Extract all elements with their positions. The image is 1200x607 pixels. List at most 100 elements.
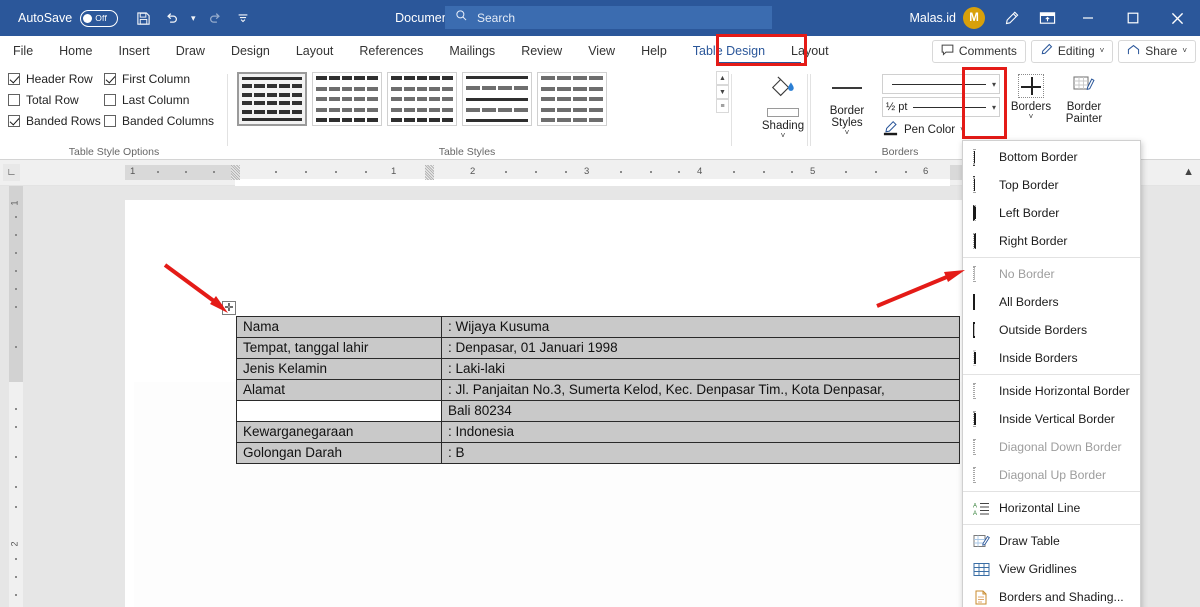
tab-insert[interactable]: Insert (106, 36, 163, 66)
gallery-more-icon[interactable]: ≡ (716, 99, 729, 113)
table-style-item[interactable] (387, 72, 457, 126)
tab-draw[interactable]: Draw (163, 36, 218, 66)
shading-button[interactable]: Shading ˅ (754, 73, 812, 140)
first-column-checkbox-box[interactable] (104, 73, 116, 85)
table-style-item[interactable] (312, 72, 382, 126)
line-style-chevron-down-icon[interactable]: ▾ (992, 80, 996, 89)
table-move-handle-icon[interactable]: ✛ (222, 301, 236, 315)
account-button[interactable]: Malas.id M (909, 7, 985, 29)
tab-mailings[interactable]: Mailings (436, 36, 508, 66)
table-cell-value[interactable]: : Wijaya Kusuma (441, 316, 960, 338)
border-styles-button[interactable]: Border Styles ˅ (816, 74, 878, 137)
checkbox-last-column[interactable]: Last Column (104, 93, 224, 107)
tab-review[interactable]: Review (508, 36, 575, 66)
menu-item-bottom-border[interactable]: Bottom Border (963, 143, 1140, 171)
ribbon-display-options-icon[interactable] (1029, 0, 1065, 36)
menu-item-borders-and-shading[interactable]: Borders and Shading... (963, 583, 1140, 607)
tab-stop-selector[interactable]: ∟ (3, 164, 20, 181)
table-row[interactable]: Alamat : Jl. Panjaitan No.3, Sumerta Kel… (236, 379, 960, 401)
tab-help[interactable]: Help (628, 36, 680, 66)
menu-item-inside-borders[interactable]: Inside Borders (963, 344, 1140, 372)
table-cell-label[interactable]: Jenis Kelamin (236, 358, 442, 380)
table-cell-label[interactable]: Alamat (236, 379, 442, 401)
close-button[interactable] (1155, 0, 1200, 36)
redo-icon[interactable] (202, 5, 228, 31)
shading-chevron-down-icon[interactable]: ˅ (754, 132, 812, 140)
table-cell-value[interactable]: : Jl. Panjaitan No.3, Sumerta Kelod, Kec… (441, 379, 960, 401)
menu-item-right-border[interactable]: Right Border (963, 227, 1140, 255)
share-button[interactable]: Share ˅ (1118, 39, 1196, 63)
table-cell-value[interactable]: : Denpasar, 01 Januari 1998 (441, 337, 960, 359)
table-row[interactable]: Kewarganegaraan : Indonesia (236, 421, 960, 443)
line-weight-chevron-down-icon[interactable]: ▾ (992, 103, 996, 112)
table-cell-value[interactable]: : Laki-laki (441, 358, 960, 380)
last-column-checkbox-box[interactable] (104, 94, 116, 106)
border-styles-chevron-down-icon[interactable]: ˅ (816, 129, 878, 137)
first-line-indent-handle[interactable] (231, 165, 240, 180)
undo-dropdown-icon[interactable]: ▾ (186, 5, 200, 31)
table-row[interactable]: Tempat, tanggal lahir : Denpasar, 01 Jan… (236, 337, 960, 359)
checkbox-first-column[interactable]: First Column (104, 72, 224, 86)
line-weight-combo[interactable]: ½ pt ▾ (882, 97, 1000, 117)
menu-item-top-border[interactable]: Top Border (963, 171, 1140, 199)
ink-pen-icon[interactable] (993, 0, 1029, 36)
table-row[interactable]: Bali 80234 (236, 400, 960, 422)
border-painter-button[interactable]: Border Painter (1060, 72, 1108, 125)
checkbox-total-row[interactable]: Total Row (8, 93, 104, 107)
table-cell-label[interactable]: Tempat, tanggal lahir (236, 337, 442, 359)
menu-item-left-border[interactable]: Left Border (963, 199, 1140, 227)
table-row[interactable]: Nama : Wijaya Kusuma (236, 316, 960, 338)
banded-columns-checkbox-box[interactable] (104, 115, 116, 127)
checkbox-banded-columns[interactable]: Banded Columns (104, 114, 224, 128)
tab-references[interactable]: References (346, 36, 436, 66)
table-row[interactable]: Golongan Darah : B (236, 442, 960, 464)
autosave-toggle[interactable]: AutoSave Off (18, 9, 119, 27)
save-icon[interactable] (130, 5, 156, 31)
pen-color-chevron-down-icon[interactable]: ˅ (960, 125, 965, 134)
table-styles-gallery[interactable] (237, 72, 607, 126)
checkbox-banded-rows[interactable]: Banded Rows (8, 114, 104, 128)
tab-design[interactable]: Design (218, 36, 283, 66)
minimize-button[interactable] (1065, 0, 1110, 36)
menu-item-draw-table[interactable]: Draw Table (963, 527, 1140, 555)
tab-home[interactable]: Home (46, 36, 105, 66)
menu-item-diagonal-up-border[interactable]: Diagonal Up Border (963, 461, 1140, 489)
customize-quick-access-icon[interactable] (230, 5, 256, 31)
table-cell-label[interactable]: Kewarganegaraan (236, 421, 442, 443)
table-cell-label-continuation[interactable] (236, 400, 442, 422)
table-cell-value[interactable]: : B (441, 442, 960, 464)
table-style-item[interactable] (462, 72, 532, 126)
table-cell-label[interactable]: Nama (236, 316, 442, 338)
line-style-combo[interactable]: ▾ (882, 74, 1000, 94)
tab-file[interactable]: File (0, 36, 46, 66)
tab-layout[interactable]: Layout (283, 36, 347, 66)
autosave-switch[interactable]: Off (80, 9, 119, 27)
menu-item-diagonal-down-border[interactable]: Diagonal Down Border (963, 433, 1140, 461)
chevron-up-icon[interactable]: ▲ (1183, 166, 1194, 178)
gallery-scroll-up-icon[interactable]: ▲ (716, 71, 729, 85)
tab-table-design[interactable]: Table Design (680, 36, 778, 66)
table-styles-scroll[interactable]: ▲ ▼ ≡ (716, 71, 729, 113)
comments-button[interactable]: Comments (931, 39, 1026, 63)
menu-item-view-gridlines[interactable]: View Gridlines (963, 555, 1140, 583)
table-cell-label[interactable]: Golongan Darah (236, 442, 442, 464)
menu-item-outside-borders[interactable]: Outside Borders (963, 316, 1140, 344)
table-cell-value-continuation[interactable]: Bali 80234 (441, 400, 960, 422)
banded-rows-checkbox-box[interactable] (8, 115, 20, 127)
editing-button[interactable]: Editing ˅ (1030, 39, 1114, 63)
checkbox-header-row[interactable]: Header Row (8, 72, 104, 86)
undo-icon[interactable] (158, 5, 184, 31)
gallery-scroll-down-icon[interactable]: ▼ (716, 85, 729, 99)
vertical-ruler[interactable]: 1 2 (9, 186, 1074, 607)
menu-item-inside-vertical-border[interactable]: Inside Vertical Border (963, 405, 1140, 433)
borders-button[interactable]: Borders ˅ (1006, 72, 1056, 121)
table-row[interactable]: Jenis Kelamin : Laki-laki (236, 358, 960, 380)
menu-item-horizontal-line[interactable]: A A Horizontal Line (963, 494, 1140, 522)
table-style-item[interactable] (237, 72, 307, 126)
header-row-checkbox-box[interactable] (8, 73, 20, 85)
menu-item-all-borders[interactable]: All Borders (963, 288, 1140, 316)
tab-view[interactable]: View (575, 36, 628, 66)
borders-chevron-down-icon[interactable]: ˅ (1006, 113, 1056, 121)
pen-color-button[interactable]: Pen Color ˅ (882, 120, 1000, 139)
document-table[interactable]: Nama : Wijaya Kusuma Tempat, tanggal lah… (236, 316, 960, 464)
